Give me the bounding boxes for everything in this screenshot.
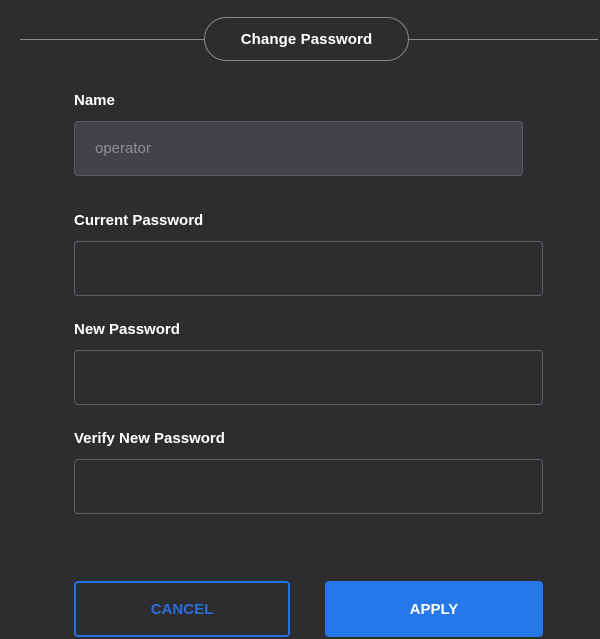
current-password-field[interactable] — [74, 241, 543, 296]
title-divider-left — [20, 39, 205, 40]
new-password-field[interactable] — [74, 350, 543, 405]
verify-new-password-label: Verify New Password — [74, 430, 225, 447]
dialog-title: Change Password — [204, 17, 409, 61]
name-field — [74, 121, 523, 176]
new-password-label: New Password — [74, 321, 180, 338]
verify-new-password-field[interactable] — [74, 459, 543, 514]
current-password-label: Current Password — [74, 212, 204, 229]
apply-button[interactable]: APPLY — [325, 581, 543, 637]
cancel-button[interactable]: CANCEL — [74, 581, 290, 637]
name-label: Name — [74, 92, 115, 109]
title-divider-right — [409, 39, 598, 40]
change-password-panel: Change Password Name Current Password Ne… — [0, 0, 600, 639]
